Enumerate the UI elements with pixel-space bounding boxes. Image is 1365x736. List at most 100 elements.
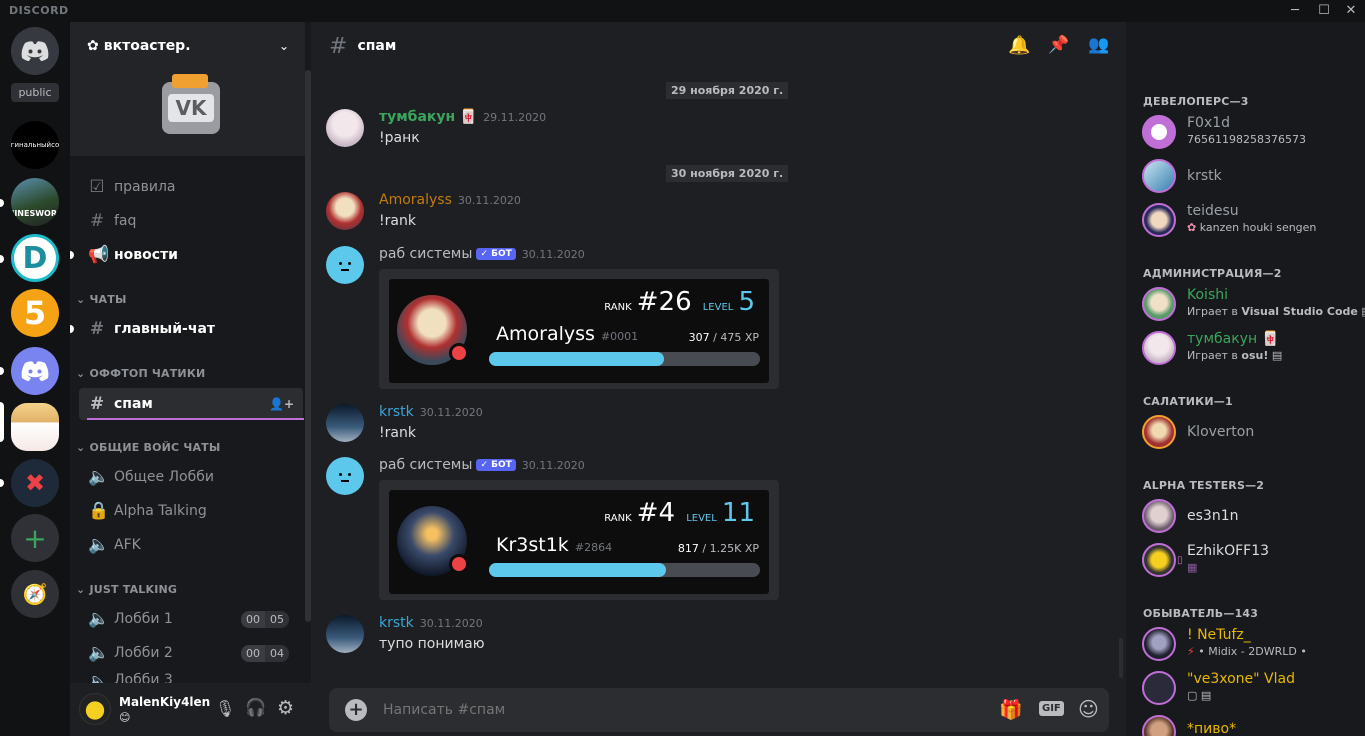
message-author[interactable]: раб системы xyxy=(379,457,472,473)
avatar[interactable] xyxy=(326,192,364,230)
message-text: !rank xyxy=(379,213,416,229)
bell-icon[interactable]: 🔔 xyxy=(1008,35,1030,56)
bot-avatar[interactable] xyxy=(326,246,364,284)
category-voice[interactable]: ⌄ ОБЩИЕ ВОЙС ЧАТЫ xyxy=(76,441,220,454)
member-name: F0x1d xyxy=(1187,115,1231,131)
selected-pill xyxy=(0,402,4,442)
speaker-icon: 🔈 xyxy=(88,643,110,663)
member-item[interactable]: тумбакун 🀄 Играет в osu! ▤ xyxy=(1142,331,1357,371)
message-author[interactable]: тумбакун xyxy=(379,109,455,125)
speaker-icon: 🔈 xyxy=(88,535,110,555)
rank-discriminator: #2864 xyxy=(574,541,613,554)
member-item[interactable]: Kloverton xyxy=(1142,415,1357,455)
avatar[interactable] xyxy=(79,693,111,725)
unread-pill xyxy=(70,251,74,259)
message-author[interactable]: krstk xyxy=(379,404,414,420)
voice-channel[interactable]: 🔈 Общее Лобби xyxy=(79,462,303,492)
avatar xyxy=(1142,543,1176,577)
microphone-icon[interactable]: 🎙 xyxy=(215,699,235,718)
avatar[interactable] xyxy=(326,109,364,147)
chevron-down-icon[interactable]: ⌄ xyxy=(279,39,289,53)
bot-badge: ✓ БОТ xyxy=(476,459,516,471)
channel-rules[interactable]: ☑ правила xyxy=(79,172,303,202)
bot-avatar[interactable] xyxy=(326,457,364,495)
sakura-icon: ✿ xyxy=(1187,221,1197,234)
category-chats[interactable]: ⌄ ЧАТЫ xyxy=(76,293,127,306)
user-limit-badge: 00 05 xyxy=(241,610,289,628)
member-status: kanzen houki sengen xyxy=(1199,221,1317,234)
member-name: "ve3xone" Vlad xyxy=(1187,671,1295,687)
rich-presence-icon: ▢ ▤ xyxy=(1187,689,1212,702)
rules-icon: ☑ xyxy=(89,177,105,197)
server-icon[interactable]: гинальныйсо xyxy=(11,121,59,169)
server-icon[interactable]: MINESWORD xyxy=(11,178,59,226)
add-server-icon[interactable]: + xyxy=(11,514,59,562)
member-item[interactable]: ! NeTufz_ ⚡ • Midix - 2DWRLD • xyxy=(1142,627,1357,667)
explore-compass-icon[interactable]: 🧭 xyxy=(11,570,59,618)
emoji-icon[interactable]: ☺ xyxy=(1078,697,1099,721)
channel-main-chat[interactable]: # главный-чат xyxy=(79,314,303,344)
member-item[interactable]: "ve3xone" Vlad ▢ ▤ xyxy=(1142,671,1357,711)
xp-current: 817 xyxy=(677,542,699,555)
voice-channel[interactable]: 🔈 Лобби 3 xyxy=(79,672,303,683)
member-item[interactable]: Koishi Играет в Visual Studio Code ▤ xyxy=(1142,287,1365,327)
member-item[interactable]: *пиво* xyxy=(1142,715,1357,736)
message-text: !rank xyxy=(379,425,416,441)
channel-header: # спам xyxy=(311,22,1126,70)
speaker-icon: 🔈 xyxy=(88,467,110,487)
member-item[interactable]: ▯ EzhikOFF13 ▦ xyxy=(1142,543,1357,583)
member-name: *пиво* xyxy=(1187,721,1237,736)
avatar[interactable] xyxy=(326,404,364,442)
gift-icon[interactable]: 🎁 xyxy=(999,698,1023,721)
category-just-talking[interactable]: ⌄ JUST TALKING xyxy=(76,583,177,596)
member-name: es3n1n xyxy=(1187,508,1239,524)
member-item[interactable]: es3n1n xyxy=(1142,499,1357,539)
maximize-icon[interactable]: ☐ xyxy=(1313,2,1335,20)
close-icon[interactable]: ✕ xyxy=(1340,2,1362,20)
voice-channel-locked[interactable]: 🔒 Alpha Talking xyxy=(79,496,303,526)
speaker-icon: 🔈 xyxy=(88,672,110,683)
chat-scrollbar[interactable] xyxy=(1119,638,1123,678)
message-author[interactable]: Amoralyss xyxy=(379,192,452,208)
rank-card-inner: RANK #26 LEVEL 5 Amoralyss #0001 307 / 4… xyxy=(389,279,769,383)
voice-channel[interactable]: 🔈 Лобби 1 00 05 xyxy=(79,604,303,634)
member-activity: Visual Studio Code xyxy=(1241,305,1358,318)
rank-username: Kr3st1k xyxy=(496,534,569,556)
voice-channel[interactable]: 🔈 Лобби 2 00 04 xyxy=(79,638,303,668)
invite-user-icon[interactable]: 👤+ xyxy=(269,397,294,411)
date-divider: 29 ноября 2020 г. xyxy=(666,82,789,99)
members-icon[interactable]: 👥 xyxy=(1088,35,1109,55)
message-input[interactable] xyxy=(383,699,943,721)
member-status: 76561198258376573 xyxy=(1187,133,1306,146)
server-icon[interactable]: 5 xyxy=(11,289,59,337)
category-offtop[interactable]: ⌄ ОФФТОП ЧАТИКИ xyxy=(76,367,205,380)
member-item[interactable]: teidesu ✿ kanzen houki sengen xyxy=(1142,203,1357,243)
guild-header[interactable]: ✿ вктоастер. ⌄ xyxy=(70,22,305,70)
channel-faq[interactable]: # faq xyxy=(79,206,303,236)
channel-spam-selected[interactable]: # спам 👤+ xyxy=(79,388,303,420)
member-name: Koishi xyxy=(1187,287,1228,303)
unread-pill xyxy=(0,199,4,207)
xp-progress-track xyxy=(489,563,760,577)
member-item[interactable]: krstk xyxy=(1142,159,1357,199)
server-icon[interactable]: ✖ xyxy=(11,459,59,507)
vk-toaster-logo: VK xyxy=(162,74,220,134)
status-emoji: ⚡ xyxy=(1187,645,1195,658)
attach-plus-icon[interactable]: + xyxy=(345,699,367,721)
headphones-icon[interactable]: 🎧 xyxy=(245,698,266,718)
minimize-icon[interactable]: ─ xyxy=(1284,2,1306,20)
message-author[interactable]: krstk xyxy=(379,615,414,631)
pin-icon[interactable]: 📌 xyxy=(1048,35,1069,55)
member-name: teidesu xyxy=(1187,203,1239,219)
server-icon[interactable]: D xyxy=(11,234,59,282)
gif-button[interactable]: GIF xyxy=(1039,701,1064,716)
avatar[interactable] xyxy=(326,615,364,653)
message-author[interactable]: раб системы xyxy=(379,246,472,262)
home-button[interactable] xyxy=(11,27,59,75)
member-item[interactable]: F0x1d 76561198258376573 xyxy=(1142,115,1357,155)
channel-news[interactable]: 📢 новости xyxy=(79,240,303,270)
settings-gear-icon[interactable]: ⚙ xyxy=(277,697,294,719)
server-icon-selected[interactable] xyxy=(11,403,59,451)
voice-channel-afk[interactable]: 🔈 AFK xyxy=(79,530,303,560)
server-icon[interactable] xyxy=(11,347,59,395)
